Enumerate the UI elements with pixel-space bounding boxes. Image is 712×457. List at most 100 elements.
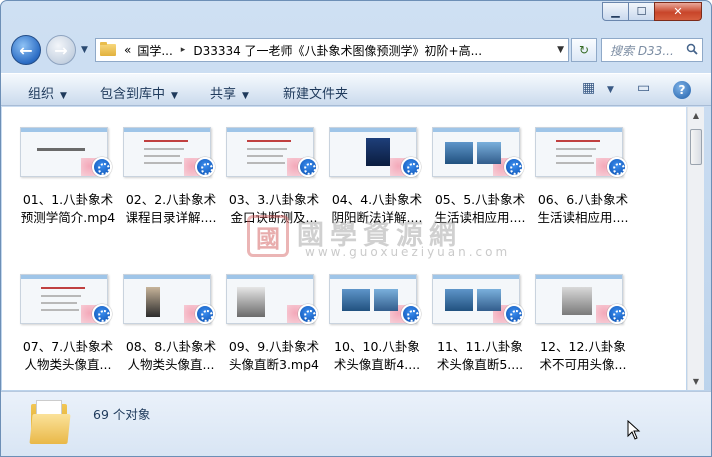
file-name: 09、9.八卦象术 头像直断3.mp4 xyxy=(224,338,324,374)
file-item[interactable]: 06、6.八卦象术 生活读相应用.... xyxy=(533,115,633,243)
file-name-line: 06、6.八卦象术 xyxy=(537,192,629,207)
file-name-line: 03、3.八卦象术 xyxy=(228,192,320,207)
file-item[interactable]: 01、1.八卦象术 预测学简介.mp4 xyxy=(18,115,118,243)
minimize-button[interactable]: ▁ xyxy=(602,2,629,21)
folder-icon xyxy=(29,400,71,444)
file-name: 01、1.八卦象术 预测学简介.mp4 xyxy=(18,191,118,227)
command-bar: 组织 ▼ 包含到库中 ▼ 共享 ▼ 新建文件夹 ▦ ▼ ▭ ? xyxy=(1,73,711,106)
share-label: 共享 xyxy=(210,87,237,102)
include-library-label: 包含到库中 xyxy=(100,87,166,102)
organize-label: 组织 xyxy=(28,87,55,102)
file-name-line: 术不可用头像... xyxy=(539,357,627,372)
scroll-thumb[interactable] xyxy=(690,129,702,165)
file-item[interactable]: 08、8.八卦象术 人物类头像直... xyxy=(121,262,221,390)
new-folder-button[interactable]: 新建文件夹 xyxy=(283,83,348,102)
file-name-line: 07、7.八卦象术 xyxy=(22,339,114,354)
file-item[interactable]: 07、7.八卦象术 人物类头像直... xyxy=(18,262,118,390)
file-name-line: 09、9.八卦象术 xyxy=(228,339,320,354)
media-player-icon xyxy=(607,157,627,177)
chevron-down-icon: ▼ xyxy=(242,91,249,101)
breadcrumb-overflow[interactable]: « xyxy=(124,43,131,57)
scroll-up-icon[interactable]: ▲ xyxy=(688,107,704,124)
file-name: 10、10.八卦象 术头像直断4.... xyxy=(327,338,427,374)
file-item[interactable]: 12、12.八卦象 术不可用头像... xyxy=(533,262,633,390)
media-player-icon xyxy=(504,157,524,177)
view-dropdown-icon[interactable]: ▼ xyxy=(607,85,614,95)
file-name: 07、7.八卦象术 人物类头像直... xyxy=(18,338,118,374)
file-name-line: 11、11.八卦象 xyxy=(437,339,523,354)
mouse-cursor-icon xyxy=(627,419,641,445)
file-item[interactable]: 05、5.八卦象术 生活读相应用.... xyxy=(430,115,530,243)
file-name-line: 阴阳断法详解.... xyxy=(331,210,423,225)
organize-menu[interactable]: 组织 ▼ xyxy=(28,83,67,102)
file-name-line: 生活读相应用.... xyxy=(434,210,526,225)
search-placeholder: 搜索 D33... xyxy=(610,43,674,58)
file-name: 02、2.八卦象术 课程目录详解.... xyxy=(121,191,221,227)
chevron-down-icon: ▼ xyxy=(171,91,178,101)
media-player-icon xyxy=(504,304,524,324)
close-button[interactable]: ✕ xyxy=(654,2,702,21)
file-name-line: 金口诀断测及... xyxy=(230,210,318,225)
file-item[interactable]: 03、3.八卦象术 金口诀断测及... xyxy=(224,115,324,243)
file-item[interactable]: 09、9.八卦象术 头像直断3.mp4 xyxy=(224,262,324,390)
breadcrumb-separator-icon[interactable]: ▸ xyxy=(181,45,186,55)
media-player-icon xyxy=(195,304,215,324)
view-options-icon[interactable]: ▦ xyxy=(582,80,595,96)
refresh-button[interactable]: ↻ xyxy=(571,38,597,62)
file-name-line: 01、1.八卦象术 xyxy=(22,192,114,207)
file-item[interactable]: 02、2.八卦象术 课程目录详解.... xyxy=(121,115,221,243)
breadcrumb-item[interactable]: D33334 了一老师《八卦象术图像预测学》初阶+高... xyxy=(193,42,482,59)
search-icon[interactable] xyxy=(686,43,698,58)
include-in-library-menu[interactable]: 包含到库中 ▼ xyxy=(100,83,178,102)
media-player-icon xyxy=(298,304,318,324)
breadcrumb-item[interactable]: 国学... xyxy=(137,42,172,59)
details-pane: 69 个对象 xyxy=(1,391,711,456)
file-name-line: 预测学简介.mp4 xyxy=(20,210,116,225)
media-player-icon xyxy=(92,157,112,177)
file-name: 04、4.八卦象术 阴阳断法详解.... xyxy=(327,191,427,227)
chevron-down-icon: ▼ xyxy=(60,91,67,101)
media-player-icon xyxy=(92,304,112,324)
forward-button[interactable]: → xyxy=(46,35,76,65)
address-row: ← → ▼ « 国学... ▸ D33334 了一老师《八卦象术图像预测学》初阶… xyxy=(1,33,711,69)
vertical-scrollbar[interactable]: ▲ ▼ xyxy=(687,107,704,390)
file-name-line: 术头像直断4.... xyxy=(333,357,421,372)
media-player-icon xyxy=(298,157,318,177)
explorer-window: ▁ ☐ ✕ ← → ▼ « 国学... ▸ D33334 了一老师《八卦象术图像… xyxy=(0,0,712,457)
media-player-icon xyxy=(401,304,421,324)
file-name-line: 人物类头像直... xyxy=(127,357,215,372)
maximize-button[interactable]: ☐ xyxy=(628,2,655,21)
file-name: 06、6.八卦象术 生活读相应用.... xyxy=(533,191,633,227)
item-count: 69 个对象 xyxy=(93,407,151,422)
file-name-line: 08、8.八卦象术 xyxy=(125,339,217,354)
address-dropdown-icon[interactable]: ▼ xyxy=(557,45,564,55)
file-item[interactable]: 04、4.八卦象术 阴阳断法详解.... xyxy=(327,115,427,243)
file-name-line: 课程目录详解.... xyxy=(125,210,217,225)
media-player-icon xyxy=(195,157,215,177)
address-bar[interactable]: « 国学... ▸ D33334 了一老师《八卦象术图像预测学》初阶+高... … xyxy=(95,38,569,62)
back-button[interactable]: ← xyxy=(11,35,41,65)
folder-icon xyxy=(100,42,116,56)
file-name-line: 人物类头像直... xyxy=(24,357,112,372)
media-player-icon xyxy=(401,157,421,177)
title-bar: ▁ ☐ ✕ xyxy=(1,1,711,31)
file-name-line: 头像直断3.mp4 xyxy=(229,357,319,372)
file-item[interactable]: 10、10.八卦象 术头像直断4.... xyxy=(327,262,427,390)
file-name: 08、8.八卦象术 人物类头像直... xyxy=(121,338,221,374)
scroll-down-icon[interactable]: ▼ xyxy=(688,373,704,390)
file-name: 11、11.八卦象 术头像直断5.... xyxy=(430,338,530,374)
file-name-line: 10、10.八卦象 xyxy=(334,339,420,354)
file-name-line: 04、4.八卦象术 xyxy=(331,192,423,207)
file-name-line: 02、2.八卦象术 xyxy=(125,192,217,207)
file-name-line: 12、12.八卦象 xyxy=(540,339,626,354)
file-name-line: 生活读相应用.... xyxy=(537,210,629,225)
file-item[interactable]: 11、11.八卦象 术头像直断5.... xyxy=(430,262,530,390)
share-menu[interactable]: 共享 ▼ xyxy=(210,83,249,102)
recent-pages-dropdown[interactable]: ▼ xyxy=(81,45,88,55)
file-name: 12、12.八卦象 术不可用头像... xyxy=(533,338,633,374)
file-name: 05、5.八卦象术 生活读相应用.... xyxy=(430,191,530,227)
preview-pane-icon[interactable]: ▭ xyxy=(637,80,650,96)
help-icon[interactable]: ? xyxy=(673,81,691,99)
search-input[interactable]: 搜索 D33... xyxy=(601,38,703,62)
file-name: 03、3.八卦象术 金口诀断测及... xyxy=(224,191,324,227)
